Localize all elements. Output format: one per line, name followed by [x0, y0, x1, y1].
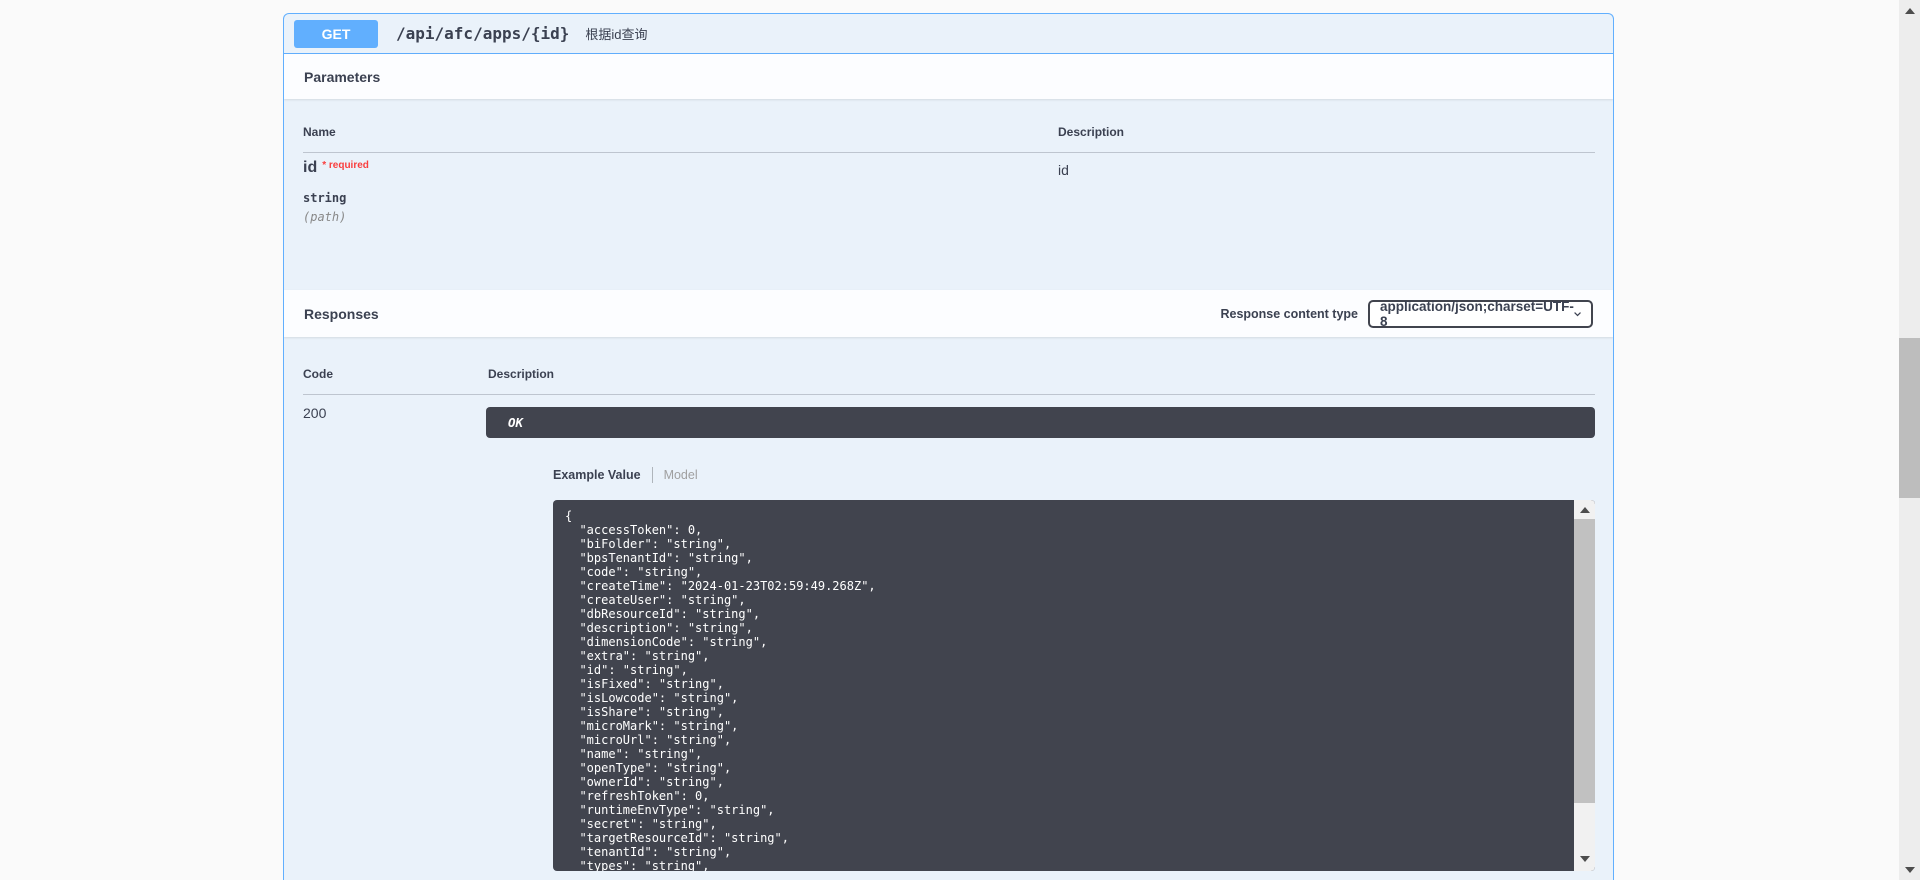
endpoint-summary: 根据id查询 [585, 24, 647, 43]
tab-example-value[interactable]: Example Value [553, 468, 641, 482]
tab-model[interactable]: Model [664, 468, 698, 482]
http-method-badge: GET [294, 20, 378, 48]
responses-title: Responses [304, 306, 379, 322]
code-scroll-up-button[interactable] [1574, 501, 1595, 518]
example-model-tabs: Example Value Model [553, 465, 698, 485]
example-json[interactable]: { "accessToken": 0, "biFolder": "string"… [553, 500, 1574, 871]
responses-description-column-header: Description [488, 367, 554, 381]
parameters-section-header: Parameters [284, 54, 1613, 99]
chevron-down-icon [1574, 310, 1581, 318]
tab-separator [652, 467, 653, 483]
parameters-title: Parameters [304, 69, 380, 85]
parameters-header-divider [303, 152, 1595, 153]
response-description-bar: OK [486, 407, 1595, 438]
response-content-type-group: Response content type application/json;c… [1220, 300, 1593, 328]
response-content-type-label: Response content type [1220, 307, 1358, 321]
response-content-type-value: application/json;charset=UTF-8 [1380, 299, 1574, 329]
response-content-type-select[interactable]: application/json;charset=UTF-8 [1368, 300, 1593, 328]
parameter-type: string [303, 191, 346, 205]
parameters-name-column-header: Name [303, 125, 336, 139]
opblock-get: GET /api/afc/apps/{id} 根据id查询 Parameters… [283, 13, 1614, 880]
triangle-down-icon [1905, 867, 1915, 873]
parameter-name: id [303, 159, 317, 176]
parameters-table: Name Description id * required string (pa… [284, 99, 1613, 290]
response-status-code: 200 [303, 405, 326, 421]
parameter-description: id [1058, 162, 1069, 178]
operation-summary-header[interactable]: GET /api/afc/apps/{id} 根据id查询 [284, 14, 1613, 54]
code-scrollbar[interactable] [1574, 500, 1595, 871]
page-scrollbar-thumb[interactable] [1899, 338, 1920, 498]
example-value-code-block: { "accessToken": 0, "biFolder": "string"… [553, 500, 1595, 871]
responses-table: Code Description 200 OK Example Value Mo… [284, 337, 1613, 880]
parameters-description-column-header: Description [1058, 125, 1124, 139]
responses-code-column-header: Code [303, 367, 333, 381]
page-scroll-down-button[interactable] [1899, 861, 1920, 878]
response-description-text: OK [508, 415, 523, 430]
code-scrollbar-thumb[interactable] [1574, 519, 1595, 803]
parameter-required-flag: * required [322, 160, 369, 171]
triangle-down-icon [1580, 856, 1590, 862]
responses-header-divider [303, 394, 1595, 395]
page-scrollbar[interactable] [1899, 0, 1920, 880]
endpoint-path: /api/afc/apps/{id} [396, 24, 569, 43]
triangle-up-icon [1580, 507, 1590, 513]
parameter-location: (path) [303, 210, 346, 224]
triangle-up-icon [1905, 8, 1915, 14]
code-scroll-down-button[interactable] [1574, 850, 1595, 867]
swagger-api-page: GET /api/afc/apps/{id} 根据id查询 Parameters… [0, 0, 1920, 880]
responses-section-header: Responses Response content type applicat… [284, 290, 1613, 337]
page-scroll-up-button[interactable] [1899, 2, 1920, 19]
parameter-row: id * required [303, 159, 369, 177]
